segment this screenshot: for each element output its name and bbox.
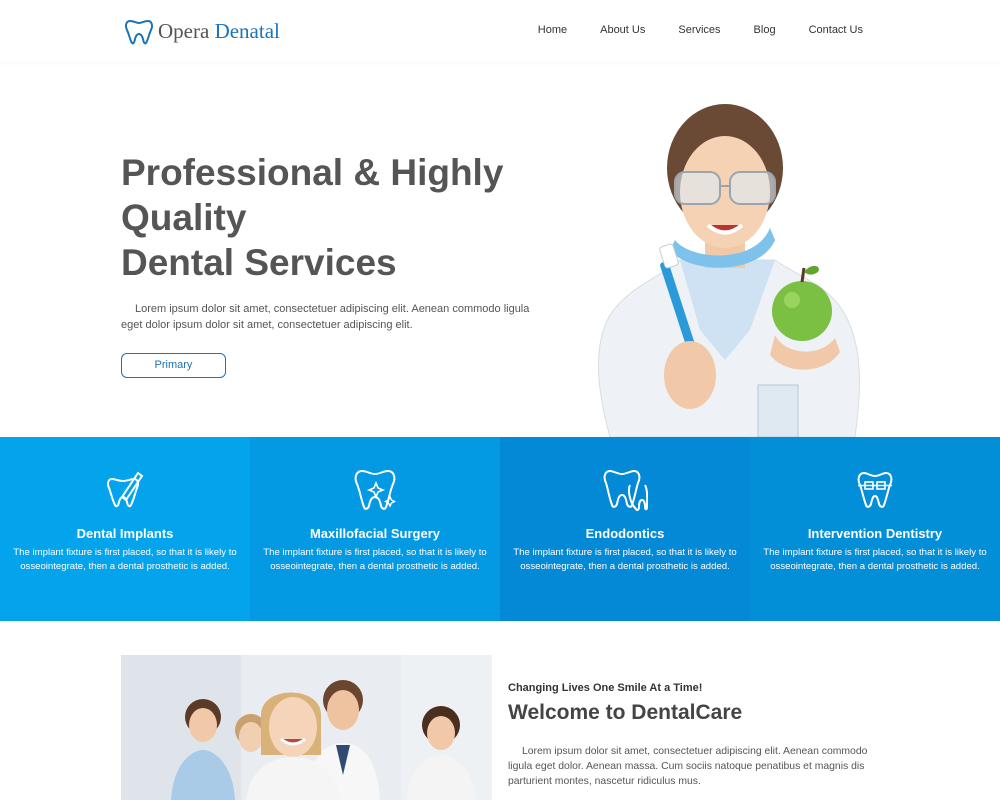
service-title: Intervention Dentistry xyxy=(807,526,943,541)
service-card-maxillofacial-surgery[interactable]: Maxillofacial Surgery The implant fixtur… xyxy=(250,437,500,621)
about-title: Welcome to DentalCare xyxy=(508,701,743,724)
teeth-icon xyxy=(603,469,648,512)
braces-tooth-icon xyxy=(857,471,893,508)
site-header: Opera Denatal Home About Us Services Blo… xyxy=(0,0,1000,62)
hero-title-line: Quality xyxy=(121,197,247,238)
service-description: The implant fixture is first placed, so … xyxy=(513,547,737,572)
nav-services[interactable]: Services xyxy=(678,24,720,36)
dental-implant-icon xyxy=(107,471,144,508)
brand-name-part1: Opera xyxy=(158,18,210,43)
brand-name: Opera Denatal xyxy=(158,19,280,44)
team-photo xyxy=(121,655,492,800)
service-title: Maxillofacial Surgery xyxy=(309,526,441,541)
logo[interactable]: Opera Denatal xyxy=(124,16,280,46)
sparkle-tooth-icon xyxy=(354,469,397,510)
hero-description: Lorem ipsum dolor sit amet, consectetuer… xyxy=(121,303,530,331)
hero-title: Professional & Highly Quality Dental Ser… xyxy=(121,150,551,285)
nav-about-us[interactable]: About Us xyxy=(600,24,645,36)
nav-contact-us[interactable]: Contact Us xyxy=(809,24,863,36)
service-title: Dental Implants xyxy=(76,526,174,541)
about-tagline: Changing Lives One Smile At a Time! xyxy=(508,682,703,694)
brand-name-part2: Denatal xyxy=(214,18,280,43)
primary-button[interactable]: Primary xyxy=(121,353,226,378)
service-card-intervention-dentistry[interactable]: Intervention Dentistry The implant fixtu… xyxy=(750,437,1000,621)
service-card-endodontics[interactable]: Endodontics The implant fixture is first… xyxy=(500,437,750,621)
service-card-dental-implants[interactable]: Dental Implants The implant fixture is f… xyxy=(0,437,250,621)
service-description: The implant fixture is first placed, so … xyxy=(13,547,237,572)
services-band: Dental Implants The implant fixture is f… xyxy=(0,437,1000,621)
service-title: Endodontics xyxy=(585,526,665,541)
nav-home[interactable]: Home xyxy=(538,24,567,36)
service-description: The implant fixture is first placed, so … xyxy=(263,547,487,572)
hero-title-line: Professional & Highly xyxy=(121,152,504,193)
hero-title-line: Dental Services xyxy=(121,242,397,283)
dentist-photo xyxy=(597,104,860,437)
main-nav: Home About Us Services Blog Contact Us xyxy=(538,24,863,36)
about-description: Lorem ipsum dolor sit amet, consectetuer… xyxy=(508,746,868,787)
tooth-logo-icon xyxy=(125,19,153,45)
service-description: The implant fixture is first placed, so … xyxy=(763,547,987,572)
nav-blog[interactable]: Blog xyxy=(754,24,776,36)
